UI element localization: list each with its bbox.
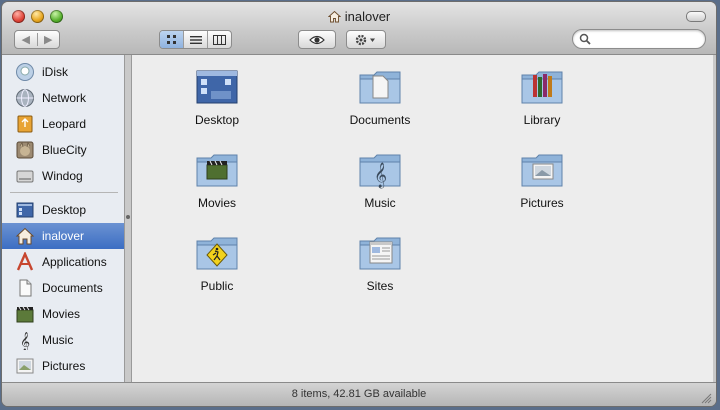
sidebar-item-label: BlueCity	[42, 143, 87, 157]
search-field[interactable]	[572, 29, 706, 49]
svg-text:𝄞: 𝄞	[374, 162, 387, 188]
folder-label: Sites	[366, 279, 394, 293]
view-switcher	[159, 30, 232, 49]
back-forward-group: ◀ ▶	[14, 30, 60, 49]
public-folder-icon	[195, 233, 239, 273]
folder-label: Movies	[197, 196, 236, 210]
library-folder-icon	[520, 67, 564, 107]
pictures-folder-icon	[520, 150, 564, 190]
sidebar-item-network[interactable]: Network	[2, 85, 124, 111]
sidebar-item-music[interactable]: 𝄞 Music	[2, 327, 124, 353]
sidebar-item-idisk[interactable]: iDisk	[2, 59, 124, 85]
icon-view-content: Desktop Documents Library Movies 𝄞 Music…	[131, 55, 713, 382]
sidebar-item-label: Leopard	[42, 117, 87, 131]
music-icon: 𝄞	[14, 329, 36, 351]
home-icon	[14, 225, 36, 247]
sidebar-item-label: Movies	[42, 307, 81, 321]
folder-item-documents[interactable]: Documents	[320, 67, 440, 137]
home-icon	[327, 10, 341, 26]
music-folder-icon: 𝄞	[358, 150, 402, 190]
documents-folder-icon	[358, 67, 402, 107]
folder-label: Documents	[349, 113, 411, 127]
sidebar-item-label: Windog	[42, 169, 83, 183]
folder-label: Music	[364, 196, 396, 210]
splitter-handle[interactable]	[126, 215, 130, 219]
sidebar-item-leopard[interactable]: Leopard	[2, 111, 124, 137]
cat-drive-icon	[14, 139, 36, 161]
sidebar-item-label: Pictures	[42, 359, 86, 373]
folder-label: Desktop	[194, 113, 240, 127]
sidebar-item-inalover[interactable]: inalover	[2, 223, 124, 249]
toolbar-toggle-button[interactable]	[686, 11, 706, 22]
folder-item-library[interactable]: Library	[482, 67, 602, 137]
column-view-button[interactable]	[207, 31, 231, 48]
title-bar[interactable]: inalover ◀ ▶	[2, 2, 716, 55]
icon-view-button[interactable]	[160, 31, 183, 48]
sidebar-item-applications[interactable]: Applications	[2, 249, 124, 275]
list-view-icon	[189, 35, 202, 44]
sidebar-item-bluecity[interactable]: BlueCity	[2, 137, 124, 163]
documents-icon	[14, 277, 36, 299]
sidebar-item-label: Documents	[42, 281, 103, 295]
applications-icon	[14, 251, 36, 273]
sites-folder-icon	[358, 233, 402, 273]
sidebar-item-label: Desktop	[42, 203, 87, 217]
sidebar-item-windog[interactable]: Windog	[2, 163, 124, 189]
status-text: 8 items, 42.81 GB available	[291, 388, 427, 400]
gear-icon	[355, 34, 375, 45]
sidebar-item-label: iDisk	[42, 65, 68, 79]
list-view-button[interactable]	[183, 31, 207, 48]
folder-item-public[interactable]: Public	[157, 233, 277, 303]
search-icon	[579, 33, 591, 45]
sidebar-item-movies[interactable]: Movies	[2, 301, 124, 327]
idisk-icon	[14, 61, 36, 83]
movies-folder-icon	[195, 150, 239, 190]
folder-label: Library	[523, 113, 561, 127]
folder-item-movies[interactable]: Movies	[157, 150, 277, 220]
folder-label: Pictures	[520, 196, 564, 210]
desktop-folder-icon	[195, 67, 239, 107]
movies-icon	[14, 303, 36, 325]
window-title: inalover	[2, 9, 716, 26]
sidebar-item-label: Network	[42, 91, 87, 105]
status-bar: 8 items, 42.81 GB available	[2, 382, 716, 406]
folder-item-desktop[interactable]: Desktop	[157, 67, 277, 137]
column-view-icon	[213, 34, 226, 45]
folder-item-music[interactable]: 𝄞 Music	[320, 150, 440, 220]
drive-icon	[14, 165, 36, 187]
forward-arrow-icon[interactable]: ▶	[36, 33, 60, 46]
sidebar-item-desktop[interactable]: Desktop	[2, 197, 124, 223]
quick-look-button[interactable]	[298, 30, 336, 49]
desktop-icon	[14, 199, 36, 221]
sidebar-item-pictures[interactable]: Pictures	[2, 353, 124, 379]
sidebar-item-label: Applications	[42, 255, 107, 269]
back-arrow-icon[interactable]: ◀	[15, 33, 37, 46]
drive-icon	[14, 113, 36, 135]
eye-icon	[309, 35, 325, 44]
sidebar-item-label: Music	[42, 333, 74, 347]
folder-item-pictures[interactable]: Pictures	[482, 150, 602, 220]
network-icon	[14, 87, 36, 109]
sidebar: iDisk Network Leopard BlueCity Windog De…	[2, 55, 125, 382]
finder-window: inalover ◀ ▶ iDisk Network Leopard BlueC…	[2, 2, 716, 406]
svg-text:𝄞: 𝄞	[20, 332, 30, 350]
sidebar-item-documents[interactable]: Documents	[2, 275, 124, 301]
folder-label: Public	[200, 279, 234, 293]
pictures-icon	[14, 355, 36, 377]
resize-grip-icon[interactable]	[700, 392, 712, 404]
action-menu-button[interactable]	[346, 30, 386, 49]
window-title-text: inalover	[344, 9, 391, 24]
sidebar-divider	[10, 192, 118, 193]
icon-view-icon	[167, 35, 176, 44]
folder-item-sites[interactable]: Sites	[320, 233, 440, 303]
sidebar-item-label: inalover	[42, 229, 85, 243]
